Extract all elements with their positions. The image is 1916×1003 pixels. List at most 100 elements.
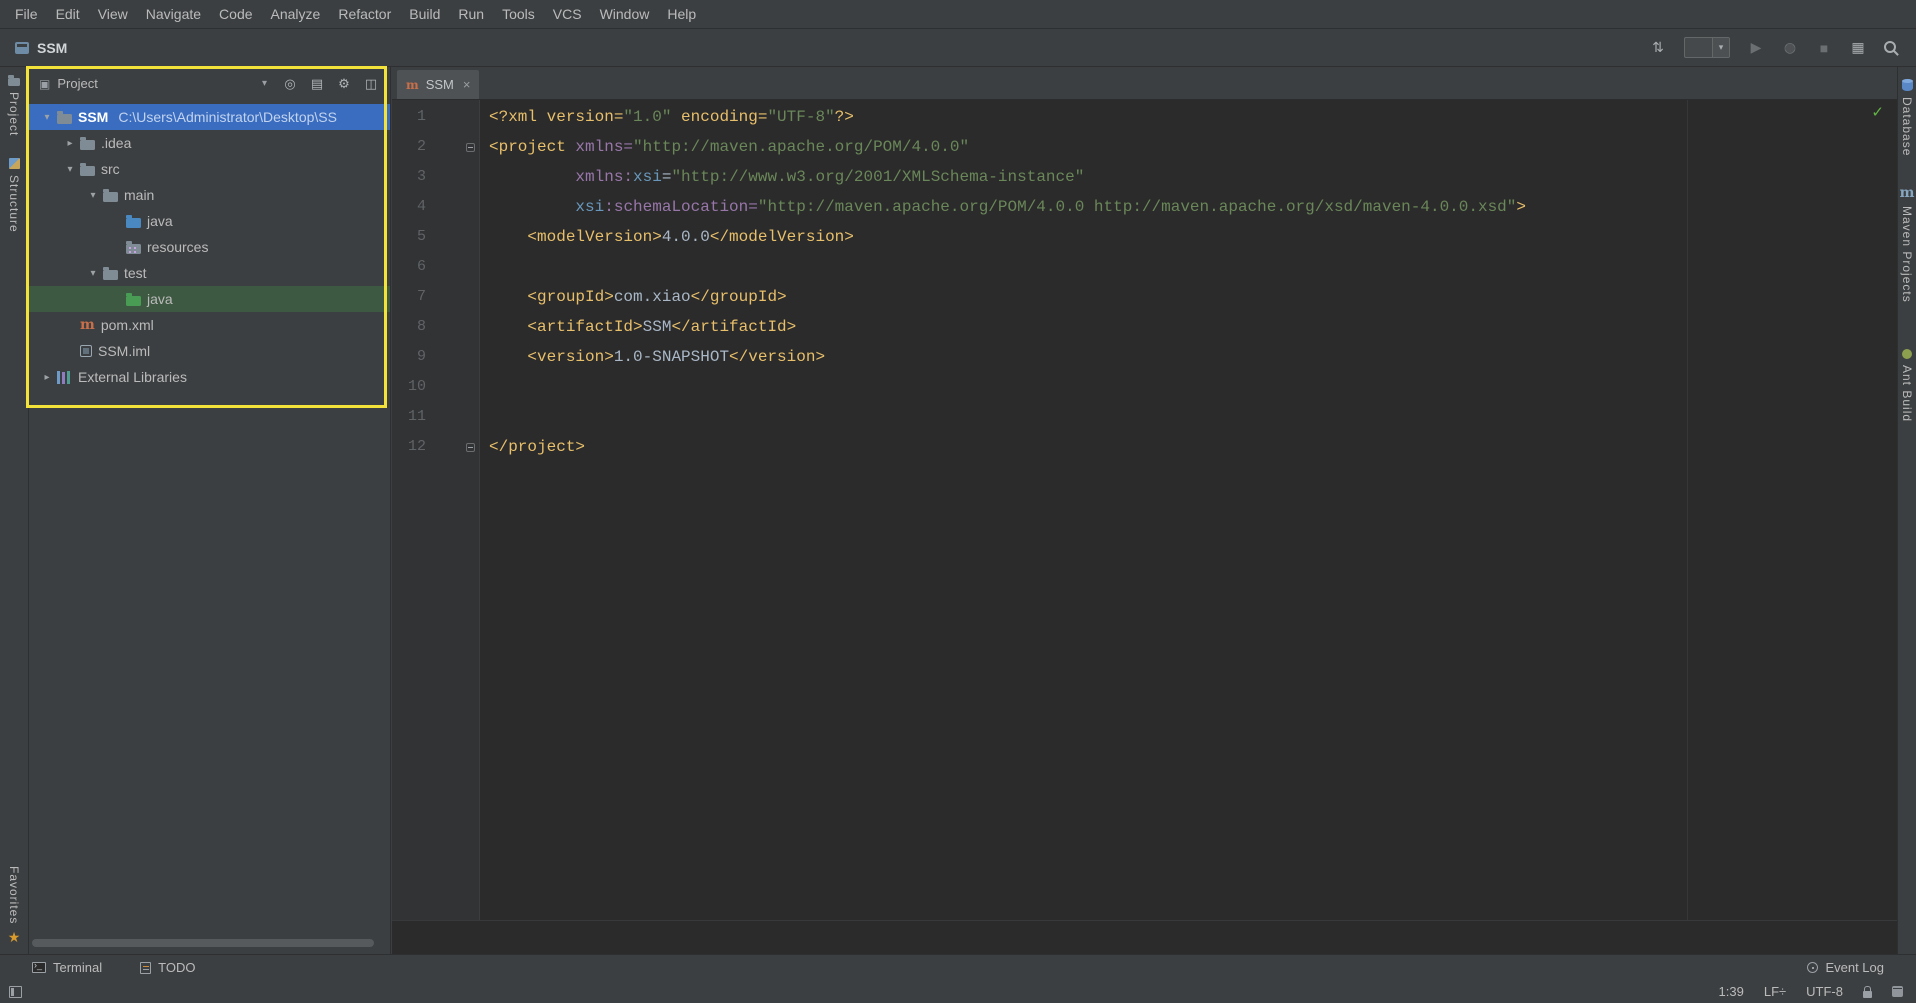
ant-icon	[1902, 349, 1912, 360]
inspection-status-icon[interactable]: ✓	[1871, 103, 1884, 121]
horizontal-scrollbar[interactable]	[32, 939, 374, 947]
menu-navigate[interactable]: Navigate	[137, 3, 210, 25]
editor-tab-ssm[interactable]: m SSM ×	[397, 70, 480, 99]
menu-help[interactable]: Help	[658, 3, 705, 25]
bottom-bar-event-log[interactable]: Event Log	[1807, 960, 1884, 975]
project-panel-title[interactable]: Project	[57, 76, 97, 91]
code-line-3[interactable]: 3 xmlns:xsi="http://www.w3.org/2001/XMLS…	[392, 162, 1897, 192]
code-line-5[interactable]: 5 <modelVersion>4.0.0</modelVersion>	[392, 222, 1897, 252]
favorites-star-icon: ★	[7, 929, 21, 945]
tree-item-pom-xml[interactable]: m pom.xml	[29, 312, 390, 338]
stop-icon[interactable]: ■	[1816, 40, 1832, 56]
code-line-4[interactable]: 4 xsi:schemaLocation="http://maven.apach…	[392, 192, 1897, 222]
fold-marker-icon[interactable]	[426, 132, 480, 162]
resources-folder-icon	[126, 240, 141, 254]
fold-gutter	[426, 222, 480, 252]
stripe-structure[interactable]: Structure	[7, 158, 21, 233]
menu-build[interactable]: Build	[400, 3, 449, 25]
stripe-label: Structure	[7, 175, 21, 234]
tree-item-idea[interactable]: ▸ .idea	[29, 130, 390, 156]
run-config-dropdown[interactable]: ▾	[1684, 37, 1730, 58]
bottom-bar-label: Event Log	[1825, 960, 1884, 975]
file-encoding[interactable]: UTF-8	[1806, 984, 1843, 999]
hide-panel-icon[interactable]: ◫	[362, 76, 380, 92]
tree-item-java[interactable]: java	[29, 286, 390, 312]
editor-tab-bar: m SSM ×	[392, 67, 1897, 100]
menu-file[interactable]: File	[6, 3, 47, 25]
menu-edit[interactable]: Edit	[47, 3, 89, 25]
close-icon[interactable]: ×	[463, 77, 471, 92]
bottom-bar-terminal[interactable]: Terminal	[32, 960, 102, 975]
code-line-9[interactable]: 9 <version>1.0-SNAPSHOT</version>	[392, 342, 1897, 372]
fold-marker-icon[interactable]	[426, 432, 480, 462]
code-line-2[interactable]: 2 <project xmlns="http://maven.apache.org…	[392, 132, 1897, 162]
tree-item-src[interactable]: ▾ src	[29, 156, 390, 182]
tree-label: SSM	[78, 109, 109, 125]
fold-gutter	[426, 372, 480, 402]
stripe-database[interactable]: Database	[1900, 79, 1914, 156]
code-text: <modelVersion>4.0.0</modelVersion>	[527, 228, 854, 246]
tree-item-main[interactable]: ▾ main	[29, 182, 390, 208]
maven-file-icon: m	[80, 317, 95, 333]
editor-bottom-divider	[392, 920, 1897, 921]
chevron-down-icon[interactable]: ▾	[83, 268, 103, 279]
chevron-down-icon[interactable]: ▾	[37, 112, 57, 123]
menu-vcs[interactable]: VCS	[544, 3, 591, 25]
code-line-7[interactable]: 7 <groupId>com.xiao</groupId>	[392, 282, 1897, 312]
code-line-6[interactable]: 6	[392, 252, 1897, 282]
settings-icon[interactable]: ⚙	[335, 76, 353, 92]
menu-analyze[interactable]: Analyze	[262, 3, 330, 25]
chevron-down-icon[interactable]: ▾	[83, 190, 103, 201]
locate-icon[interactable]: ◎	[281, 76, 299, 92]
tree-item-ssm-iml[interactable]: SSM.iml	[29, 338, 390, 364]
tree-item-resources[interactable]: resources	[29, 234, 390, 260]
bottom-bar-label: TODO	[158, 960, 196, 975]
code-line-11[interactable]: 11	[392, 402, 1897, 432]
chevron-right-icon[interactable]: ▸	[60, 138, 80, 149]
line-number: 4	[416, 198, 426, 215]
caret-position[interactable]: 1:39	[1719, 984, 1744, 999]
collapse-all-icon[interactable]: ▤	[308, 76, 326, 92]
folder-icon	[80, 162, 95, 176]
tree-item-test[interactable]: ▾ test	[29, 260, 390, 286]
lock-icon[interactable]	[1863, 985, 1872, 998]
code-line-12[interactable]: 12 </project>	[392, 432, 1897, 462]
menu-view[interactable]: View	[89, 3, 137, 25]
bottom-tool-bar: Terminal TODO Event Log	[0, 954, 1916, 980]
hector-icon[interactable]	[1892, 986, 1903, 997]
menu-window[interactable]: Window	[591, 3, 659, 25]
toolwindow-toggle-icon[interactable]	[9, 985, 22, 998]
chevron-right-icon[interactable]: ▸	[37, 372, 57, 383]
stripe-project[interactable]: Project	[7, 75, 21, 136]
restore-layout-icon[interactable]: ▦	[1850, 39, 1866, 56]
menu-refactor[interactable]: Refactor	[329, 3, 400, 25]
line-number: 11	[407, 408, 426, 425]
search-everywhere-icon[interactable]	[1884, 40, 1900, 55]
breadcrumb[interactable]: SSM	[0, 40, 67, 56]
sync-icon[interactable]: ⇅	[1650, 39, 1666, 56]
chevron-down-icon[interactable]: ▾	[60, 164, 80, 175]
menu-code[interactable]: Code	[210, 3, 261, 25]
left-tool-stripe: Project Structure Favorites ★	[0, 67, 29, 954]
bottom-bar-todo[interactable]: TODO	[140, 960, 195, 975]
run-icon[interactable]: ▶	[1748, 39, 1764, 56]
code-line-10[interactable]: 10	[392, 372, 1897, 402]
menu-run[interactable]: Run	[449, 3, 493, 25]
code-line-8[interactable]: 8 <artifactId>SSM</artifactId>	[392, 312, 1897, 342]
stripe-ant-build[interactable]: Ant Build	[1900, 349, 1914, 422]
chevron-down-icon[interactable]: ▾	[262, 78, 267, 89]
editor[interactable]: 1 <?xml version="1.0" encoding="UTF-8"?> 2…	[392, 100, 1897, 954]
tree-item-ssm[interactable]: ▾ SSM C:\Users\Administrator\Desktop\SS	[29, 104, 390, 130]
code-text: <version>1.0-SNAPSHOT</version>	[527, 348, 826, 366]
line-separator[interactable]: LF÷	[1764, 984, 1786, 999]
tree-label: src	[101, 161, 120, 177]
tree-item-external-libraries[interactable]: ▸ External Libraries	[29, 364, 390, 390]
coverage-icon[interactable]: ◍	[1782, 39, 1798, 56]
stripe-maven-projects[interactable]: m Maven Projects	[1900, 186, 1915, 303]
menu-tools[interactable]: Tools	[493, 3, 544, 25]
tree-item-java[interactable]: java	[29, 208, 390, 234]
left-stripe-top: Project Structure	[0, 75, 28, 233]
stripe-favorites[interactable]: Favorites ★	[7, 866, 21, 944]
code-line-1[interactable]: 1 <?xml version="1.0" encoding="UTF-8"?>	[392, 102, 1897, 132]
